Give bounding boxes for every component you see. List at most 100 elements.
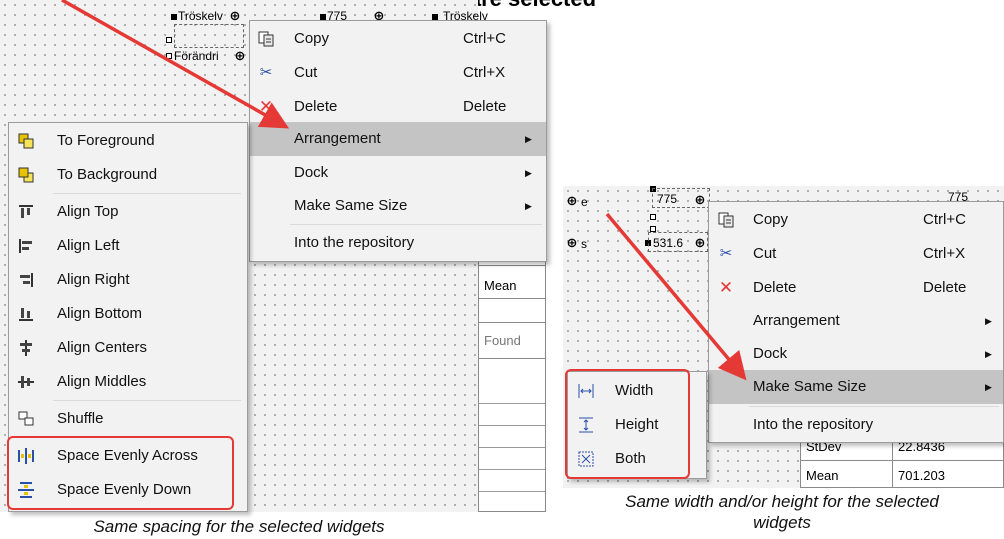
menu-item-label: To Foreground <box>57 132 155 149</box>
menu-item-arrangement[interactable]: Arrangement ▶ <box>709 304 1003 338</box>
menu-item-dock[interactable]: Dock ▶ <box>709 337 1003 371</box>
left-caption: Same spacing for the selected widgets <box>93 517 385 536</box>
highlight-box-space-evenly <box>7 436 234 510</box>
move-handle-icon[interactable]: ⊕ <box>228 9 242 23</box>
right-caption-line1: Same width and/or height for the selecte… <box>625 492 939 511</box>
menu-item-label: Copy <box>753 211 789 228</box>
menu-item-copy[interactable]: Copy Ctrl+C <box>250 22 546 56</box>
move-handle-icon[interactable]: ⊕ <box>565 236 579 250</box>
left-context-menu: Copy Ctrl+C ✂ Cut Ctrl+X ✕ Delete Delete… <box>249 20 547 262</box>
delete-x-icon: ✕ <box>258 97 274 116</box>
menu-item-align-right[interactable]: Align Right <box>9 263 247 297</box>
menu-separator <box>290 224 542 225</box>
right-context-menu: Copy Ctrl+C ✂ Cut Ctrl+X ✕ Delete Delete… <box>708 201 1004 443</box>
menu-item-label: Arrangement <box>753 312 840 329</box>
submenu-arrow-icon: ▶ <box>525 168 532 178</box>
table-cell: 701.203 <box>898 468 945 483</box>
menu-item-label: Into the repository <box>753 416 874 433</box>
copy-icon <box>257 30 275 48</box>
widget-label: Förändri <box>174 49 219 63</box>
menu-item-label: Align Bottom <box>57 305 143 322</box>
menu-item-label: Dock <box>294 164 329 181</box>
figure: { "heading": "...spacing and size settin… <box>0 0 1004 539</box>
align-right-icon <box>17 271 35 289</box>
widget-label-fragment: s <box>581 237 587 251</box>
menu-item-cut[interactable]: ✂ Cut Ctrl+X <box>250 56 546 90</box>
submenu-arrow-icon: ▶ <box>985 382 992 392</box>
menu-item-make-same-size[interactable]: Make Same Size ▶ <box>709 370 1003 404</box>
menu-item-label: Align Left <box>57 237 120 254</box>
shortcut-label: Delete <box>923 279 967 296</box>
delete-x-icon: ✕ <box>718 278 734 297</box>
to-foreground-icon <box>17 132 35 150</box>
menu-item-to-foreground[interactable]: To Foreground <box>9 124 247 158</box>
widget-frame <box>174 24 244 48</box>
row-divider <box>479 469 545 470</box>
menu-item-label: Align Right <box>57 271 130 288</box>
highlight-box-same-size <box>565 369 690 479</box>
selection-handle[interactable] <box>171 14 177 20</box>
align-top-icon <box>17 203 35 221</box>
menu-item-label: Make Same Size <box>294 197 408 214</box>
table-row: Mean 701.203 <box>801 463 1003 489</box>
move-handle-icon[interactable]: ⊕ <box>233 49 247 63</box>
copy-icon <box>717 211 735 229</box>
table-row: Mean <box>479 273 545 299</box>
table-cell: Mean <box>806 468 839 483</box>
menu-item-label: Delete <box>294 98 338 115</box>
menu-item-label: Dock <box>753 345 788 362</box>
scissors-icon: ✂ <box>259 64 273 81</box>
menu-item-label: Cut <box>753 245 777 262</box>
menu-item-delete[interactable]: ✕ Delete Delete <box>709 271 1003 305</box>
menu-item-make-same-size[interactable]: Make Same Size ▶ <box>250 189 546 223</box>
align-middles-icon <box>17 373 35 391</box>
column-divider <box>892 437 893 487</box>
menu-separator <box>749 406 999 407</box>
menu-item-into-repository[interactable]: Into the repository <box>709 408 1003 442</box>
menu-item-label: Shuffle <box>57 410 104 427</box>
stats-table: StDev 22.8436 Mean 701.203 <box>800 436 1004 488</box>
menu-item-label: Align Middles <box>57 373 147 390</box>
menu-item-into-repository[interactable]: Into the repository <box>250 226 546 260</box>
menu-item-dock[interactable]: Dock ▶ <box>250 156 546 190</box>
row-divider <box>479 447 545 448</box>
menu-item-label: Align Top <box>57 203 119 220</box>
menu-item-label: Align Centers <box>57 339 148 356</box>
found-table: Found <box>478 322 546 512</box>
menu-item-copy[interactable]: Copy Ctrl+C <box>709 203 1003 237</box>
menu-item-label: Copy <box>294 30 330 47</box>
menu-separator <box>53 193 241 194</box>
menu-item-to-background[interactable]: To Background <box>9 158 247 192</box>
menu-item-align-bottom[interactable]: Align Bottom <box>9 297 247 331</box>
selection-handle[interactable] <box>166 37 172 43</box>
menu-item-cut[interactable]: ✂ Cut Ctrl+X <box>709 237 1003 271</box>
row-divider <box>479 403 545 404</box>
to-background-icon <box>17 166 35 184</box>
move-handle-icon[interactable]: ⊕ <box>565 194 579 208</box>
menu-item-shuffle[interactable]: Shuffle <box>9 402 247 436</box>
shortcut-label: Delete <box>463 98 507 115</box>
menu-item-align-middles[interactable]: Align Middles <box>9 365 247 399</box>
selection-handle[interactable] <box>166 53 172 59</box>
submenu-arrow-icon: ▶ <box>985 316 992 326</box>
shortcut-label: Ctrl+X <box>923 245 966 262</box>
row-divider <box>479 425 545 426</box>
align-centers-icon <box>17 339 35 357</box>
submenu-arrow-icon: ▶ <box>985 349 992 359</box>
widget-frame <box>648 232 708 252</box>
menu-item-delete[interactable]: ✕ Delete Delete <box>250 90 546 124</box>
menu-item-arrangement[interactable]: Arrangement ▶ <box>250 122 546 156</box>
selection-handle[interactable] <box>650 214 656 220</box>
menu-item-label: Make Same Size <box>753 378 867 395</box>
submenu-arrow-icon: ▶ <box>525 134 532 144</box>
table-row: Found <box>479 323 545 359</box>
menu-item-label: To Background <box>57 166 158 183</box>
menu-separator <box>53 400 241 401</box>
row-divider <box>479 491 545 492</box>
menu-item-align-centers[interactable]: Align Centers <box>9 331 247 365</box>
menu-item-label: Delete <box>753 279 797 296</box>
menu-item-label: Into the repository <box>294 234 415 251</box>
menu-item-align-top[interactable]: Align Top <box>9 195 247 229</box>
submenu-arrow-icon: ▶ <box>525 201 532 211</box>
menu-item-align-left[interactable]: Align Left <box>9 229 247 263</box>
